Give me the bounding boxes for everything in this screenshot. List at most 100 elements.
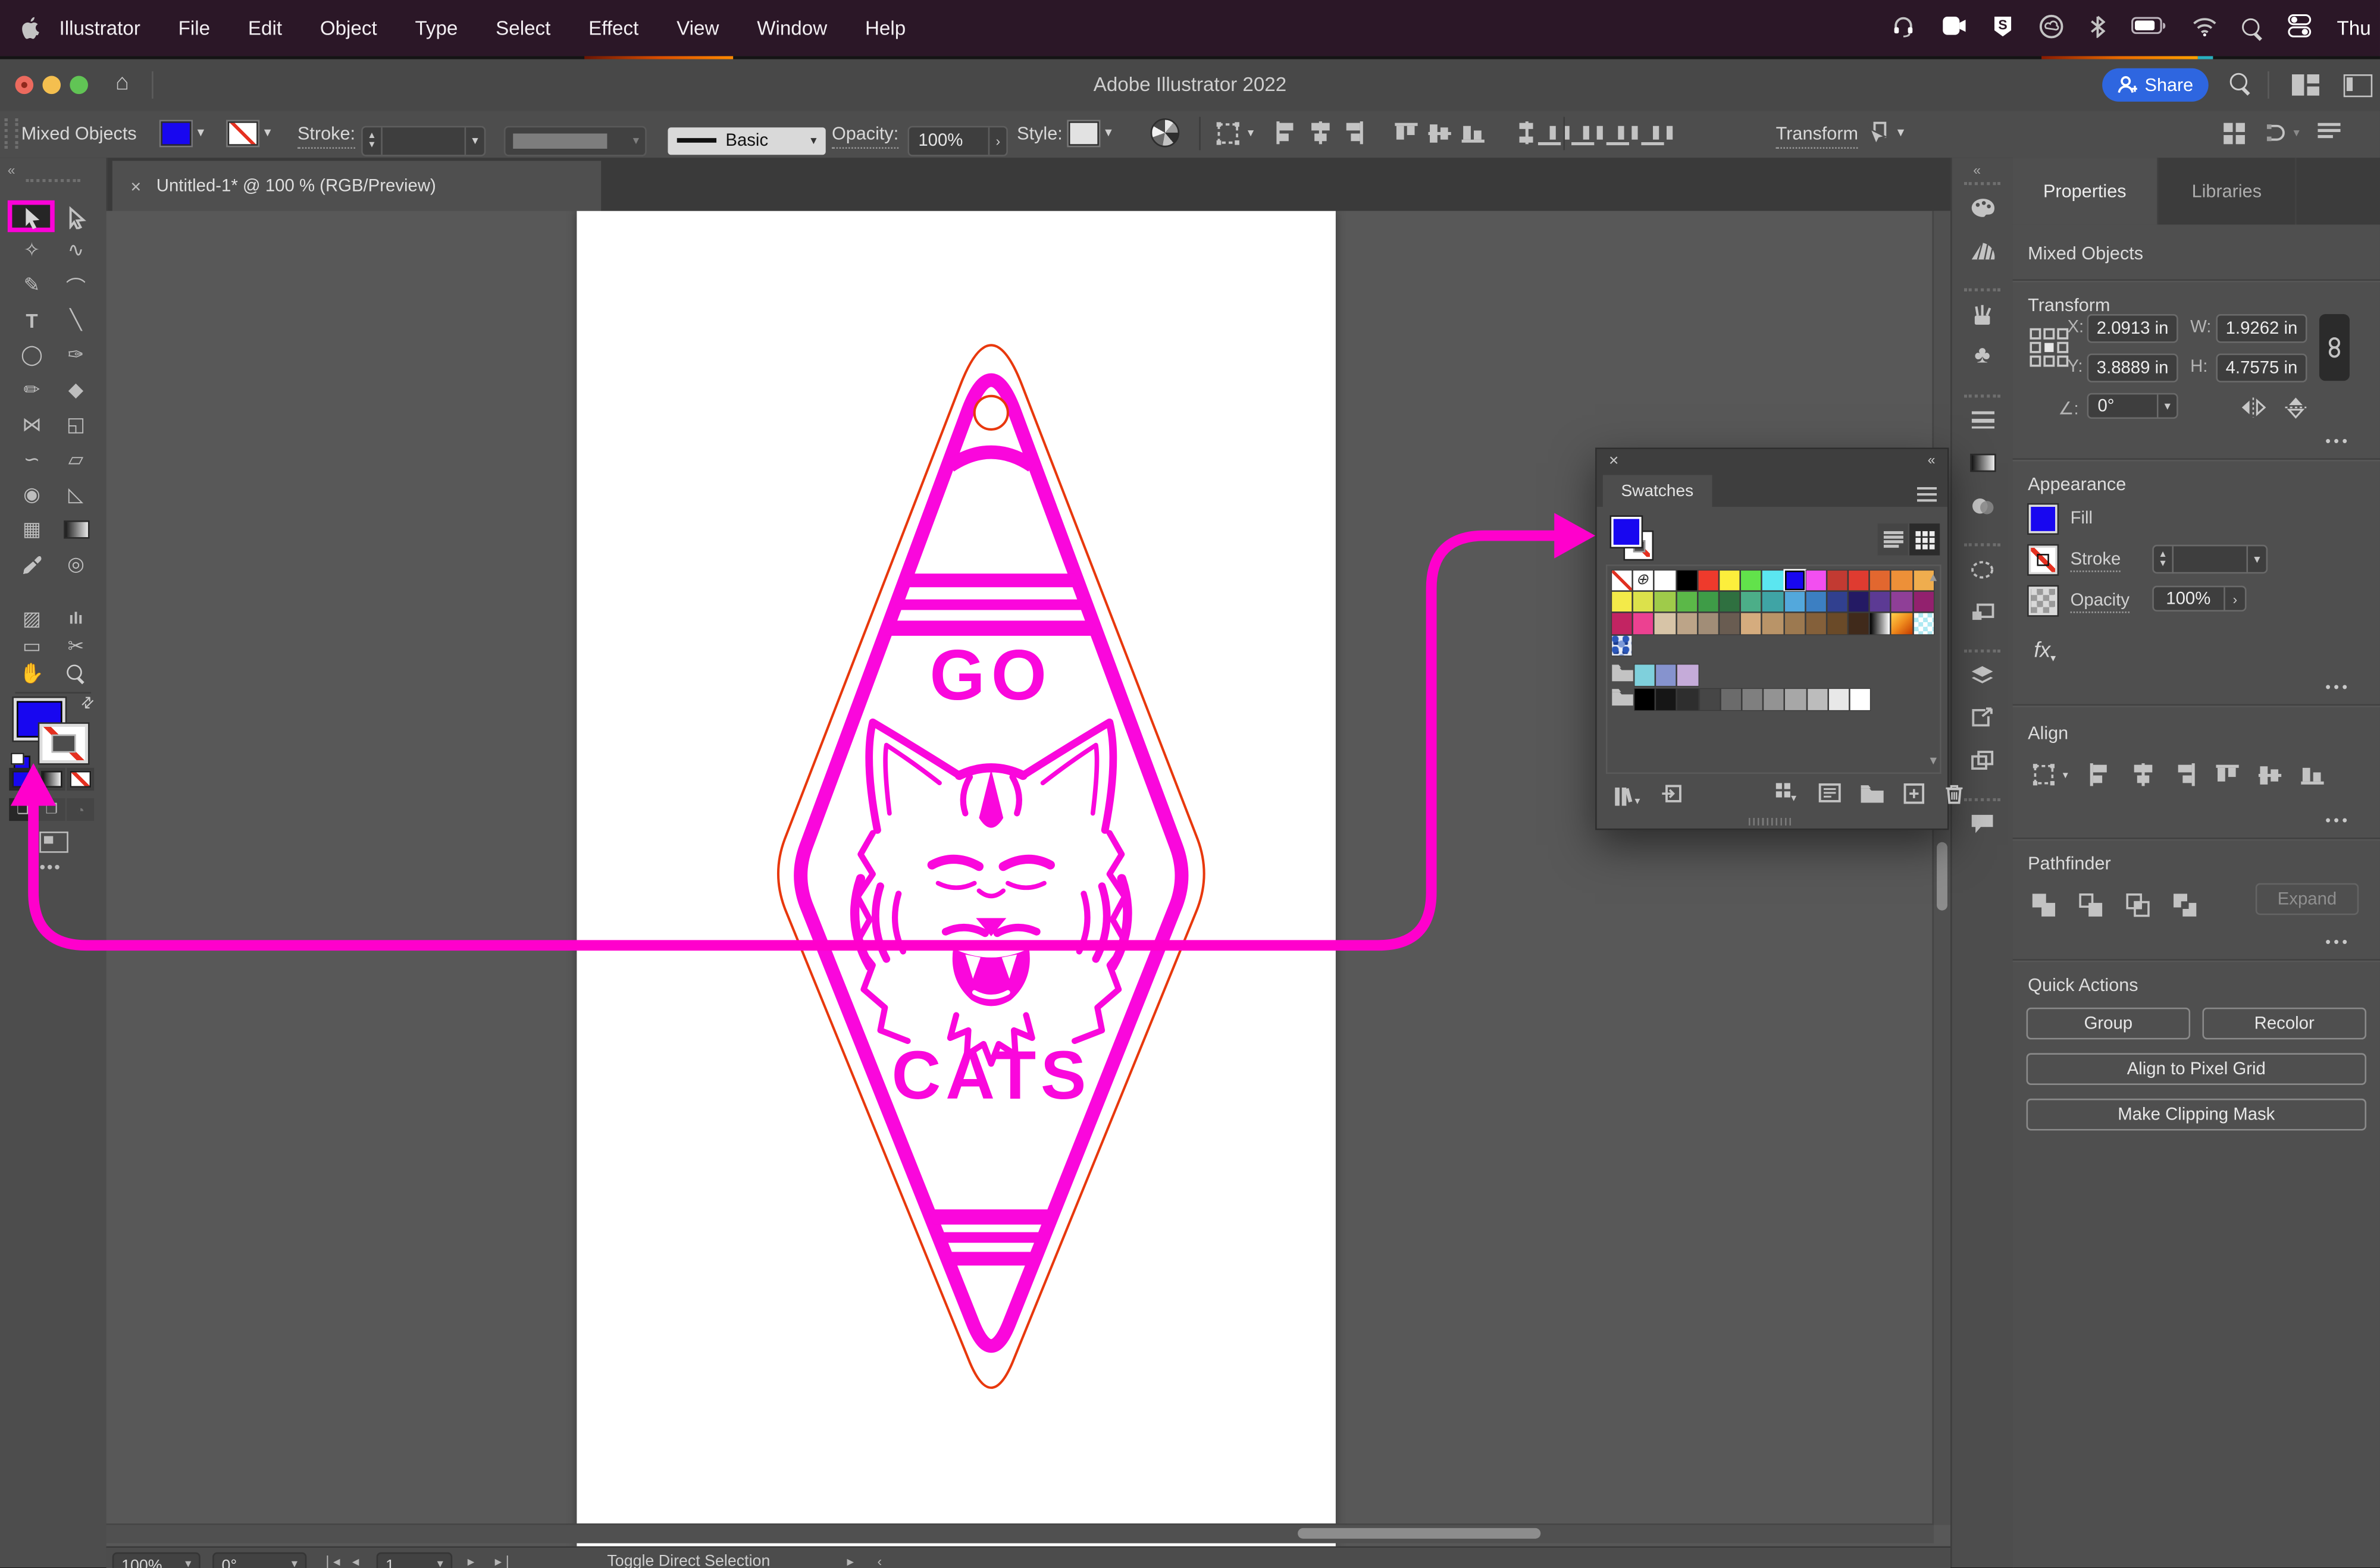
status-collapse-icon[interactable]: ‹ [877, 1554, 882, 1568]
pathfinder-unite-button[interactable] [2031, 892, 2056, 923]
color-mode-none[interactable] [67, 768, 94, 791]
w-field[interactable]: 1.9262 in [2216, 314, 2307, 343]
color-guide-icon[interactable] [1969, 237, 1996, 264]
zoom-level-value[interactable]: 100% [121, 1557, 162, 1568]
screen-mode-button[interactable] [39, 832, 68, 853]
menubar-item[interactable]: Effect [588, 17, 638, 39]
canvas[interactable]: GO CATS [107, 211, 1950, 1547]
align-left-button[interactable] [2088, 763, 2111, 786]
fx-button[interactable]: fx▾ [2034, 637, 2056, 664]
reflect-tool[interactable]: ⋈ [12, 410, 51, 440]
stroke-panel-icon[interactable] [1969, 407, 1996, 434]
swatch-939393[interactable] [1764, 689, 1784, 710]
opacity-link[interactable]: Opacity: [832, 121, 898, 149]
swatch-9C7950[interactable] [1784, 614, 1805, 634]
swatch-sel-blue[interactable] [1784, 570, 1805, 591]
brush-definition-control[interactable]: Basic▾ [668, 118, 825, 162]
draw-normal-button[interactable]: ❏ [9, 798, 36, 821]
menubar-item[interactable]: Help [865, 17, 906, 39]
chevron-right-icon[interactable]: › [988, 127, 1007, 154]
controlbar-grip[interactable] [5, 118, 18, 149]
chevron-right-icon[interactable]: › [2224, 587, 2245, 610]
transform-link[interactable]: Transform [1776, 121, 1858, 149]
color-group-folder-icon[interactable] [1612, 686, 1633, 713]
bluetooth-icon[interactable] [2090, 14, 2105, 42]
swatch-BCA488[interactable] [1677, 614, 1697, 634]
spotlight-search-icon[interactable] [2241, 18, 2262, 39]
swatch-reg[interactable] [1633, 570, 1654, 591]
toolbar-grip[interactable] [26, 179, 80, 182]
gradient-tool[interactable] [56, 515, 95, 545]
swatch-92216E[interactable] [1914, 592, 1934, 612]
swatch-C5ABD9[interactable] [1678, 665, 1698, 685]
swatch-4CAE88[interactable] [1741, 592, 1761, 612]
swatch-5BB848[interactable] [1677, 592, 1697, 612]
swatch-gradbw[interactable] [1870, 614, 1890, 634]
swatch-F3EA49[interactable] [1612, 592, 1632, 612]
canvas-vertical-scrollbar[interactable] [1932, 211, 1950, 1525]
magic-wand-tool[interactable]: ✧ [12, 235, 51, 265]
opacity-control[interactable]: 100%› [907, 118, 1007, 162]
swatch-2E2E2E[interactable] [1678, 689, 1698, 710]
symbols-icon[interactable]: ♣ [1969, 343, 1996, 371]
type-tool[interactable]: T [12, 305, 51, 335]
collapse-panel-icon[interactable]: « [1928, 452, 1936, 468]
swatch-241A64[interactable] [1849, 592, 1869, 612]
swap-fill-stroke-icon[interactable]: ⇄ [78, 693, 99, 714]
transparency-icon[interactable] [1969, 492, 1996, 519]
shape-builder-tool[interactable]: ◉ [12, 479, 51, 510]
isolate-selected-object-button[interactable]: ▾ [1864, 111, 1905, 155]
stroke-weight-control[interactable]: ▲▼▾ [361, 118, 486, 162]
first-artboard-button[interactable]: ❘◂ [322, 1554, 340, 1568]
creative-cloud-icon[interactable] [2038, 13, 2063, 43]
swatch-options-button[interactable] [1818, 783, 1840, 810]
swatch-D7C4A7[interactable] [1655, 614, 1676, 634]
share-button[interactable]: Share [2102, 68, 2209, 102]
swatch-gradorange[interactable] [1892, 614, 1912, 634]
align-bottom-button[interactable] [1462, 121, 1485, 144]
apple-menu-icon[interactable] [18, 15, 41, 41]
fill-swatch[interactable] [161, 121, 191, 145]
swatch-6B6B6B[interactable] [1721, 689, 1741, 710]
swatch-84603A[interactable] [1806, 614, 1826, 634]
swatch-libraries-menu-button[interactable]: ▾ [1614, 786, 1640, 807]
rotation-value[interactable]: 0° [221, 1557, 237, 1568]
align-vertical-center-button[interactable] [2259, 763, 2281, 786]
opacity-label[interactable]: Opacity [2071, 592, 2130, 613]
control-center-icon[interactable] [2287, 14, 2311, 42]
arrange-icon[interactable] [1969, 747, 1996, 774]
perspective-grid-tool[interactable]: ◺ [56, 479, 95, 510]
align-top-button[interactable] [1395, 121, 1417, 144]
previous-artboard-button[interactable]: ◂ [352, 1554, 359, 1568]
slice-tool[interactable]: ✂ [56, 631, 95, 661]
swatch-7FD0DC[interactable] [1634, 665, 1655, 685]
stroke-color-proxy[interactable] [42, 727, 84, 760]
color-group-folder-icon[interactable] [1612, 661, 1633, 689]
canvas-horizontal-scrollbar[interactable] [107, 1524, 1934, 1544]
add-to-library-button[interactable] [1660, 782, 1683, 811]
appearance-stroke-swatch[interactable] [2031, 548, 2055, 572]
swatch-EC4191[interactable] [1633, 614, 1654, 634]
chevron-down-icon[interactable]: ▾ [465, 127, 484, 154]
battery-icon[interactable] [2131, 17, 2166, 39]
brushes-icon[interactable] [1969, 300, 1996, 328]
hscroll-thumb[interactable] [1298, 1529, 1540, 1539]
align-top-button[interactable] [2216, 763, 2238, 786]
swatch-31408F[interactable] [1827, 592, 1847, 612]
swatch-F24FF0[interactable] [1806, 570, 1826, 591]
swatch-402A1B[interactable] [1849, 614, 1869, 634]
panel-resize-grip[interactable] [1749, 818, 1795, 826]
swatch-ED9038[interactable] [1892, 570, 1912, 591]
width-tool[interactable]: ∽ [12, 444, 51, 475]
menubar-item[interactable]: View [677, 17, 719, 39]
distribute-vertical-button[interactable] [1515, 121, 1537, 144]
gradient-panel-icon[interactable] [1969, 449, 1996, 476]
headset-icon[interactable] [1891, 14, 1915, 42]
swatch-62E24B[interactable] [1741, 570, 1761, 591]
delete-swatch-icon[interactable] [1944, 782, 1964, 811]
style-swatch[interactable] [1069, 121, 1099, 145]
swatches-fill-proxy[interactable] [1614, 519, 1639, 544]
align-right-button[interactable] [1342, 121, 1364, 144]
y-field[interactable]: 3.8889 in [2087, 353, 2178, 382]
align-horizontal-center-button[interactable] [1308, 121, 1331, 144]
